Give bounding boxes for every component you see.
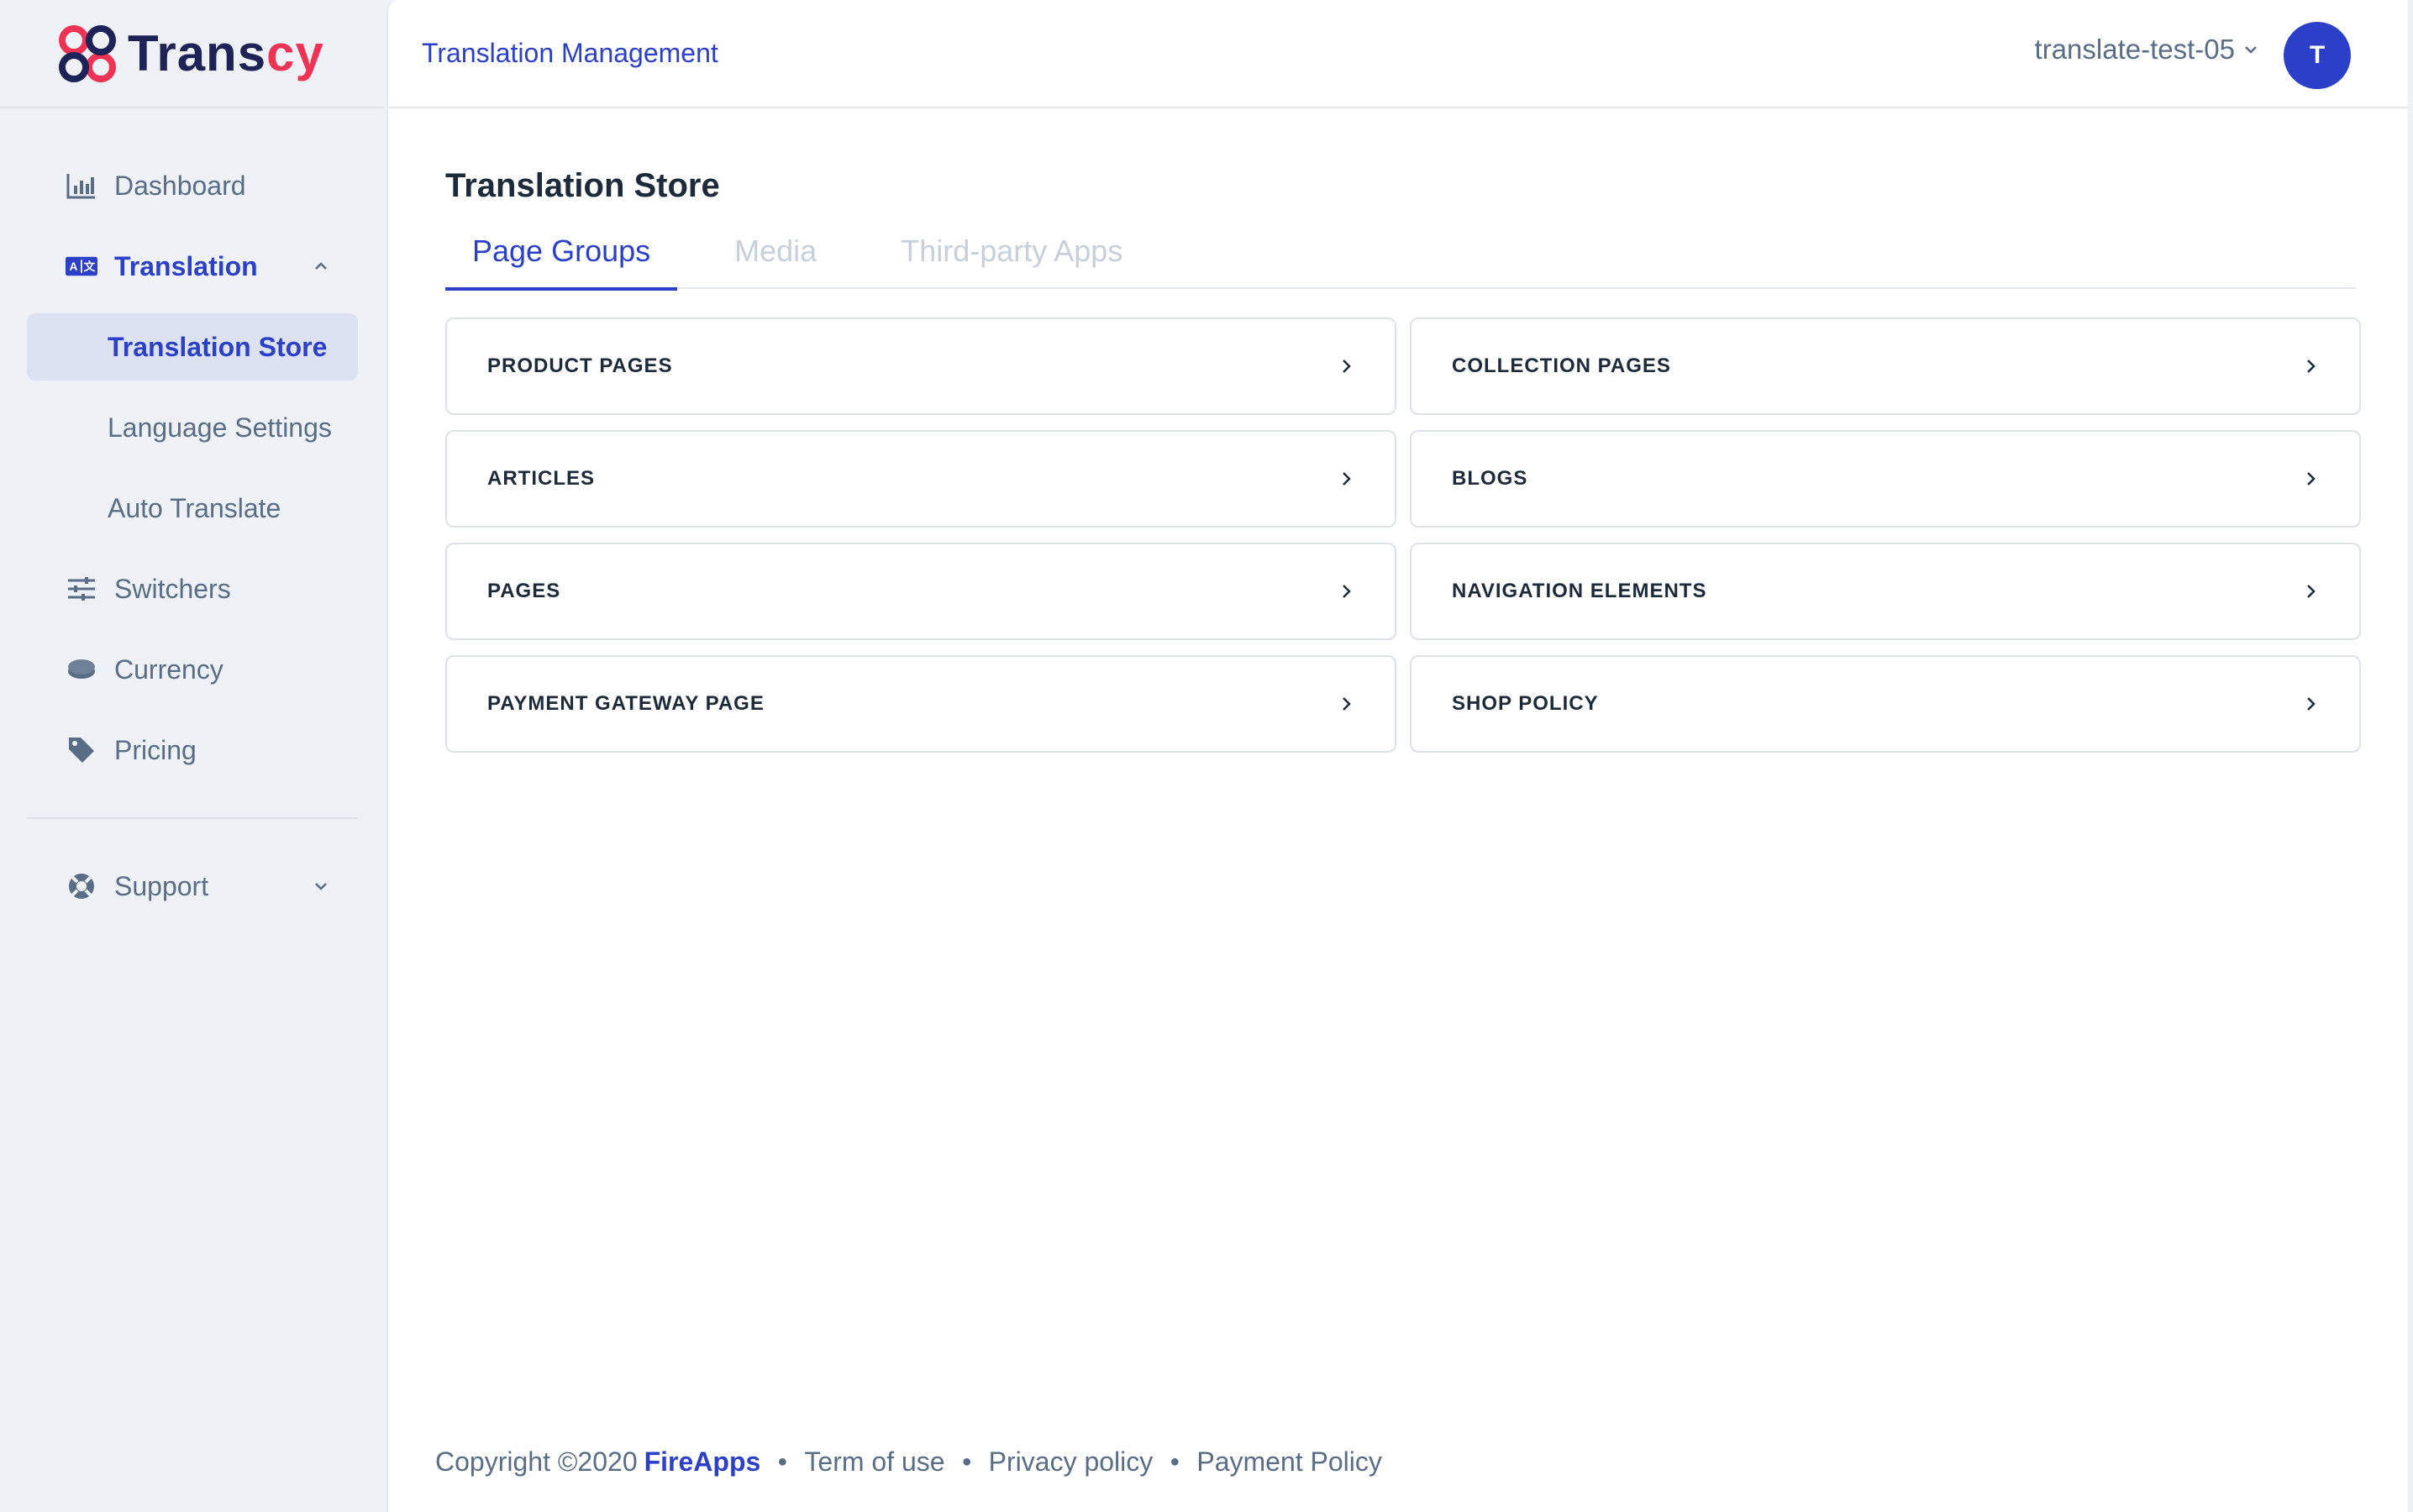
- sidebar-item-translation-store[interactable]: Translation Store: [27, 313, 358, 381]
- term-of-use-link[interactable]: Term of use: [804, 1446, 944, 1478]
- chevron-down-icon[interactable]: [311, 876, 331, 896]
- top-bar: Translation Management translate-test-05…: [388, 0, 2413, 108]
- card-label: PAGES: [487, 580, 561, 602]
- chevron-right-icon: [2300, 356, 2321, 376]
- chevron-right-icon: [1336, 356, 1356, 376]
- page-groups-grid: PRODUCT PAGES COLLECTION PAGES ARTICLES …: [445, 318, 2361, 753]
- sidebar-item-language-settings[interactable]: Language Settings: [27, 394, 358, 461]
- card-label: PAYMENT GATEWAY PAGE: [487, 692, 765, 715]
- sidebar-item-label: Switchers: [114, 573, 231, 604]
- sidebar-nav: Dashboard A 文 Translation Translation St…: [0, 108, 385, 920]
- sidebar-item-switchers[interactable]: Switchers: [27, 555, 358, 622]
- chevron-right-icon: [1336, 469, 1356, 489]
- sidebar-item-label: Language Settings: [108, 412, 332, 443]
- svg-text:文: 文: [84, 260, 96, 273]
- card-label: COLLECTION PAGES: [1452, 354, 1671, 377]
- privacy-policy-link[interactable]: Privacy policy: [989, 1446, 1154, 1478]
- sidebar-item-label: Translation: [114, 250, 258, 281]
- coin-icon: [66, 654, 97, 685]
- svg-text:A: A: [70, 260, 78, 273]
- card-product-pages[interactable]: PRODUCT PAGES: [445, 318, 1396, 415]
- sidebar-item-pricing[interactable]: Pricing: [27, 717, 358, 784]
- separator-dot: ●: [1170, 1452, 1180, 1471]
- separator-dot: ●: [961, 1452, 972, 1471]
- sidebar-item-label: Dashboard: [114, 170, 246, 201]
- card-label: PRODUCT PAGES: [487, 354, 673, 377]
- card-label: ARTICLES: [487, 467, 595, 490]
- store-selector[interactable]: translate-test-05: [2035, 34, 2262, 66]
- sidebar-item-label: Currency: [114, 654, 223, 685]
- sidebar-item-auto-translate[interactable]: Auto Translate: [27, 475, 358, 542]
- sidebar-item-support[interactable]: Support: [27, 853, 358, 920]
- content: Translation Store Page Groups Media Thir…: [388, 108, 2413, 753]
- tab-bar: Page Groups Media Third-party Apps: [445, 222, 2356, 291]
- sliders-icon: [66, 573, 97, 605]
- sidebar-item-label: Support: [114, 870, 209, 901]
- sidebar-item-label: Auto Translate: [108, 492, 281, 523]
- chevron-up-icon[interactable]: [311, 256, 331, 276]
- chevron-down-icon: [2243, 40, 2262, 59]
- fireapps-link[interactable]: FireApps: [644, 1446, 761, 1478]
- main-panel: Translation Management translate-test-05…: [386, 0, 2413, 1512]
- payment-policy-link[interactable]: Payment Policy: [1196, 1446, 1382, 1478]
- copyright-text: Copyright ©2020: [435, 1446, 638, 1477]
- sidebar-item-dashboard[interactable]: Dashboard: [27, 152, 358, 219]
- sidebar-item-label: Pricing: [114, 734, 197, 765]
- card-blogs[interactable]: BLOGS: [1410, 430, 2361, 528]
- footer: Copyright ©2020 FireApps ● Term of use ●…: [435, 1446, 1382, 1478]
- tab-third-party-apps[interactable]: Third-party Apps: [874, 222, 1149, 289]
- card-navigation-elements[interactable]: NAVIGATION ELEMENTS: [1410, 543, 2361, 640]
- sidebar-item-currency[interactable]: Currency: [27, 636, 358, 703]
- card-label: BLOGS: [1452, 467, 1528, 490]
- transcy-logo-icon: [57, 24, 118, 84]
- card-pages[interactable]: PAGES: [445, 543, 1396, 640]
- lifebuoy-icon: [66, 870, 97, 902]
- page-title: Translation Store: [445, 167, 720, 204]
- sidebar-item-label: Translation Store: [108, 331, 328, 362]
- chevron-right-icon: [1336, 581, 1356, 601]
- logo[interactable]: Transcy: [0, 0, 385, 108]
- chevron-right-icon: [2300, 581, 2321, 601]
- avatar[interactable]: T: [2284, 22, 2351, 89]
- chevron-right-icon: [1336, 694, 1356, 714]
- scrollbar[interactable]: [2408, 0, 2413, 1512]
- card-payment-gateway-page[interactable]: PAYMENT GATEWAY PAGE: [445, 655, 1396, 753]
- sidebar-item-translation[interactable]: A 文 Translation: [27, 233, 358, 300]
- card-shop-policy[interactable]: SHOP POLICY: [1410, 655, 2361, 753]
- logo-text: Transcy: [128, 25, 324, 81]
- separator-dot: ●: [777, 1452, 788, 1471]
- bar-chart-icon: [66, 170, 97, 202]
- tag-icon: [66, 734, 97, 766]
- sidebar: Transcy Dashboard A 文 Translation Transl…: [0, 0, 385, 1512]
- store-name: translate-test-05: [2034, 34, 2235, 65]
- card-collection-pages[interactable]: COLLECTION PAGES: [1410, 318, 2361, 415]
- tab-page-groups[interactable]: Page Groups: [445, 222, 678, 291]
- header-title[interactable]: Translation Management: [422, 38, 718, 69]
- chevron-right-icon: [2300, 694, 2321, 714]
- tab-media[interactable]: Media: [707, 222, 844, 289]
- chevron-right-icon: [2300, 469, 2321, 489]
- card-label: SHOP POLICY: [1452, 692, 1599, 715]
- sidebar-divider: [27, 817, 358, 819]
- card-articles[interactable]: ARTICLES: [445, 430, 1396, 528]
- card-label: NAVIGATION ELEMENTS: [1452, 580, 1707, 602]
- translate-icon: A 文: [66, 250, 97, 282]
